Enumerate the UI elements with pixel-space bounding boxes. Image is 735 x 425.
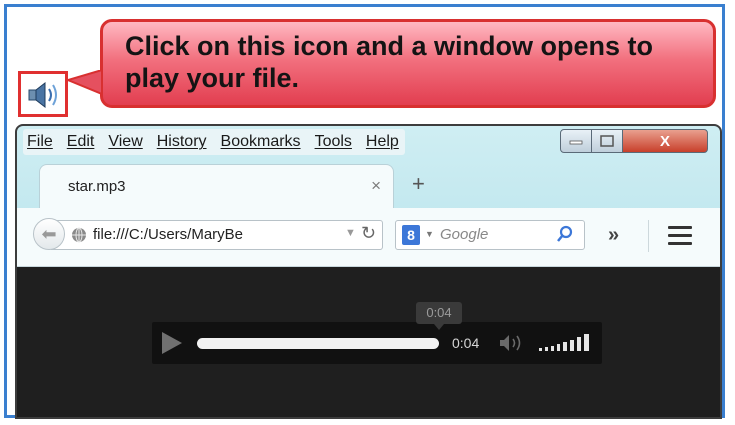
- menu-tools[interactable]: Tools: [315, 133, 352, 151]
- hamburger-menu-icon[interactable]: [668, 226, 692, 245]
- search-icon[interactable]: [556, 225, 574, 245]
- maximize-icon: [600, 135, 614, 147]
- url-dropdown-icon[interactable]: ▼: [345, 227, 356, 239]
- audio-player: 0:04 0:04: [152, 302, 602, 364]
- browser-window: File Edit View History Bookmarks Tools H…: [15, 124, 722, 419]
- url-text: file:///C:/Users/MaryBe: [93, 226, 244, 243]
- menu-view[interactable]: View: [108, 133, 142, 151]
- tab-close-icon[interactable]: ×: [371, 176, 381, 196]
- tab-title: star.mp3: [68, 178, 126, 195]
- play-icon[interactable]: [162, 332, 182, 354]
- menu-bookmarks[interactable]: Bookmarks: [221, 133, 301, 151]
- toolbar-divider: [648, 220, 649, 252]
- speaker-icon-highlight[interactable]: [18, 71, 68, 117]
- engine-dropdown-icon[interactable]: ▼: [425, 229, 434, 239]
- menu-file[interactable]: File: [27, 133, 53, 151]
- elapsed-time: 0:04: [452, 335, 480, 351]
- back-button[interactable]: ⬅: [33, 218, 65, 250]
- reload-icon[interactable]: ↻: [361, 223, 376, 244]
- menu-help[interactable]: Help: [366, 133, 399, 151]
- media-content-area: 0:04 0:04: [17, 267, 720, 417]
- maximize-button[interactable]: [591, 129, 623, 153]
- back-arrow-icon: ⬅: [41, 224, 57, 244]
- search-box[interactable]: 8 ▼ Google: [395, 220, 585, 250]
- instruction-callout: Click on this icon and a window opens to…: [100, 19, 716, 108]
- globe-icon: [72, 227, 86, 243]
- url-bar[interactable]: file:///C:/Users/MaryBe ▼ ↻: [51, 220, 383, 250]
- menu-history[interactable]: History: [157, 133, 207, 151]
- new-tab-button[interactable]: +: [412, 173, 425, 195]
- tooltip-pointer: [434, 324, 444, 330]
- navigation-toolbar: file:///C:/Users/MaryBe ▼ ↻ ⬅ 8 ▼ Google…: [17, 208, 720, 267]
- tab-star-mp3[interactable]: star.mp3 ×: [39, 164, 394, 208]
- volume-icon[interactable]: [498, 333, 528, 353]
- close-icon: X: [659, 132, 670, 150]
- minimize-button[interactable]: [560, 129, 592, 153]
- search-engine-icon[interactable]: 8: [402, 225, 420, 245]
- close-window-button[interactable]: X: [622, 129, 708, 153]
- volume-slider[interactable]: [537, 332, 607, 354]
- progress-bar[interactable]: [197, 338, 439, 349]
- overflow-chevron-icon[interactable]: »: [608, 224, 619, 247]
- speaker-icon[interactable]: [27, 80, 61, 110]
- minimize-icon: [569, 140, 583, 145]
- callout-pointer: [68, 70, 103, 96]
- callout-text: Click on this icon and a window opens to…: [125, 31, 654, 93]
- time-tooltip: 0:04: [416, 302, 462, 324]
- menu-bar: File Edit View History Bookmarks Tools H…: [23, 129, 405, 155]
- search-placeholder: Google: [440, 226, 489, 243]
- menu-edit[interactable]: Edit: [67, 133, 95, 151]
